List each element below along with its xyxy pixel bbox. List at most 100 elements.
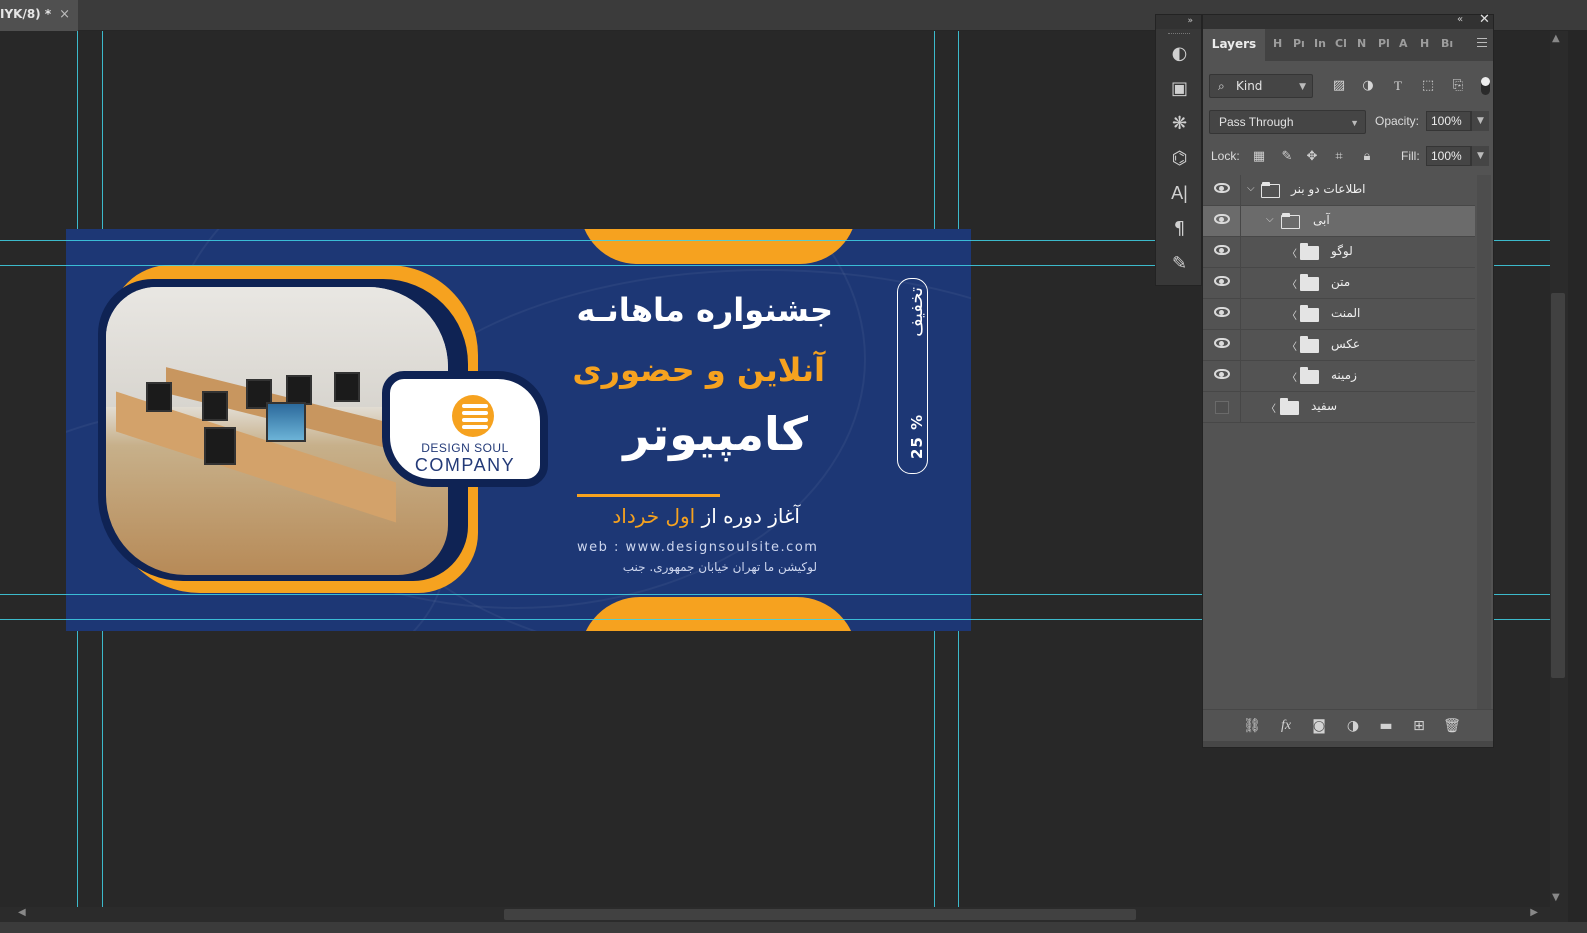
expand-panels-icon[interactable]: » — [1156, 15, 1201, 29]
panel-menu-icon[interactable] — [1477, 38, 1487, 47]
visibility-toggle[interactable] — [1203, 175, 1241, 205]
tab-info[interactable]: In — [1314, 29, 1326, 61]
filter-smart-object-icon[interactable]: ⎘ — [1446, 74, 1470, 98]
visibility-toggle[interactable] — [1203, 268, 1241, 298]
fill-input[interactable]: 100% — [1426, 146, 1471, 166]
layer-row[interactable]: ⌵ اطلاعات دو بنر — [1203, 175, 1475, 206]
lock-image-icon[interactable]: ✎ — [1276, 146, 1298, 168]
scroll-up-icon[interactable]: ▲ — [1552, 33, 1560, 44]
chevron-down-icon[interactable]: ⌵ — [1247, 183, 1255, 194]
tab-paths[interactable]: Pl — [1378, 29, 1390, 61]
brush-settings-icon[interactable]: ✎ — [1156, 246, 1203, 281]
lock-label: Lock: — [1211, 149, 1240, 163]
scroll-left-icon[interactable]: ◀ — [18, 907, 26, 918]
layer-row[interactable]: 〈 متن — [1203, 268, 1475, 299]
opacity-dropdown-icon[interactable]: ▼ — [1471, 111, 1489, 131]
chevron-right-icon[interactable]: 〈 — [1287, 276, 1297, 291]
adjustment-layer-icon[interactable]: ◑ — [1342, 716, 1364, 736]
close-tab-icon[interactable]: × — [59, 0, 70, 29]
color-swatches-icon[interactable]: ❋ — [1156, 106, 1203, 141]
chevron-right-icon[interactable]: 〈 — [1287, 369, 1297, 384]
tab-color[interactable]: Cl — [1335, 29, 1347, 61]
logo-text-line1: DESIGN SOUL — [421, 441, 509, 455]
lock-all-icon[interactable]: 🔒︎ — [1356, 146, 1378, 168]
history-brush-icon[interactable]: ◐ — [1156, 36, 1203, 71]
layer-row[interactable]: 〈 لوگو — [1203, 237, 1475, 268]
layer-row[interactable]: 〈 عکس — [1203, 330, 1475, 361]
filter-toggle[interactable] — [1481, 77, 1490, 95]
layer-row[interactable]: 〈 زمینه — [1203, 361, 1475, 392]
tab-adjustments[interactable]: A — [1399, 29, 1408, 61]
visibility-toggle[interactable] — [1203, 237, 1241, 267]
lock-position-icon[interactable]: ✥ — [1301, 146, 1323, 168]
horizontal-scroll-thumb[interactable] — [504, 909, 1136, 920]
lock-artboard-icon[interactable]: ⌗ — [1328, 146, 1350, 168]
layer-row[interactable]: 〈 سفید — [1203, 392, 1475, 423]
company-logo-card: DESIGN SOUL COMPANY — [382, 371, 548, 487]
layer-row[interactable]: 〈 المنت — [1203, 299, 1475, 330]
pen-path-icon[interactable]: ⌬ — [1156, 141, 1203, 176]
eye-icon — [1214, 276, 1230, 286]
document-tab[interactable]: IYK/8) * × — [0, 0, 78, 31]
blend-mode-select[interactable]: Pass Through ▼ — [1209, 110, 1366, 134]
opacity-input[interactable]: 100% — [1426, 111, 1471, 131]
layers-scrollbar[interactable] — [1477, 175, 1491, 709]
fill-label: Fill: — [1401, 149, 1420, 163]
folder-icon — [1300, 367, 1319, 384]
fx-icon[interactable]: fx — [1275, 716, 1297, 736]
tab-properties[interactable]: Pı — [1293, 29, 1305, 61]
fill-dropdown-icon[interactable]: ▼ — [1471, 146, 1489, 166]
visibility-toggle[interactable] — [1203, 361, 1241, 391]
trash-icon[interactable]: 🗑︎ — [1441, 716, 1463, 736]
clone-source-icon[interactable]: ▣ — [1156, 71, 1203, 106]
vertical-scroll-thumb[interactable] — [1551, 293, 1565, 678]
chevron-right-icon[interactable]: 〈 — [1287, 338, 1297, 353]
horizontal-scrollbar[interactable]: ◀ ▶ — [0, 907, 1568, 922]
filter-adjustment-icon[interactable]: ◑ — [1356, 74, 1380, 98]
top-orange-shape — [580, 229, 857, 264]
course-start-prefix: آغاز دوره از — [701, 504, 800, 528]
panel-title-bar[interactable]: « ✕ — [1203, 12, 1493, 29]
paragraph-icon[interactable]: ¶ — [1156, 211, 1203, 246]
close-panel-icon[interactable]: ✕ — [1479, 12, 1490, 27]
banner-canvas[interactable]: DESIGN SOUL COMPANY جشنواره ماهانـه آنلا… — [66, 229, 971, 631]
logo-text-line2: COMPANY — [414, 455, 516, 475]
chevron-down-icon: ▼ — [1299, 82, 1306, 92]
chevron-right-icon[interactable]: 〈 — [1287, 307, 1297, 322]
collapse-panel-icon[interactable]: « — [1457, 14, 1463, 25]
folder-icon — [1300, 305, 1319, 322]
panel-resize-edge[interactable] — [1203, 741, 1493, 747]
tab-layers[interactable]: Layers — [1203, 29, 1265, 61]
link-layers-icon[interactable]: ⛓ — [1241, 716, 1263, 736]
tab-histogram[interactable]: H — [1420, 29, 1429, 61]
layer-row[interactable]: ⌵ آبی — [1203, 206, 1475, 237]
tab-history[interactable]: H — [1273, 29, 1282, 61]
layer-name: زمینه — [1331, 368, 1357, 382]
visibility-toggle[interactable] — [1203, 299, 1241, 329]
scroll-right-icon[interactable]: ▶ — [1530, 907, 1538, 918]
filter-pixel-icon[interactable]: ▨ — [1327, 74, 1351, 98]
filter-kind-select[interactable]: ⌕ Kind ▼ — [1209, 74, 1313, 98]
filter-shape-icon[interactable]: ⬚ — [1416, 74, 1440, 98]
chevron-right-icon[interactable]: 〈 — [1287, 245, 1297, 260]
layers-footer-toolbar: ⛓ fx ◙ ◑ ▬ ⊞ 🗑︎ — [1203, 709, 1493, 741]
add-mask-icon[interactable]: ◙ — [1308, 716, 1330, 736]
new-group-icon[interactable]: ▬ — [1375, 716, 1397, 736]
visibility-toggle[interactable] — [1203, 330, 1241, 360]
address-text: لوکیشن ما تهران خیابان جمهوری. جنب — [622, 560, 817, 574]
visibility-toggle[interactable] — [1203, 392, 1241, 422]
layer-name: لوگو — [1331, 244, 1353, 258]
layers-panel: « ✕ Layers H Pı In Cl N Pl A H Bı ⌕ Kind… — [1202, 12, 1494, 748]
tab-brushes[interactable]: Bı — [1441, 29, 1453, 61]
filter-type-icon[interactable]: T — [1386, 74, 1410, 98]
visibility-toggle[interactable] — [1203, 206, 1241, 236]
chevron-right-icon[interactable]: 〈 — [1266, 400, 1276, 415]
new-layer-icon[interactable]: ⊞ — [1408, 716, 1430, 736]
lock-transparent-icon[interactable]: ▦ — [1248, 146, 1270, 168]
character-icon[interactable]: A| — [1156, 176, 1203, 211]
chevron-down-icon[interactable]: ⌵ — [1266, 214, 1274, 225]
tab-navigator[interactable]: N — [1357, 29, 1366, 61]
vertical-scrollbar[interactable]: ▲ ▼ — [1550, 31, 1568, 907]
scroll-down-icon[interactable]: ▼ — [1552, 892, 1560, 903]
banner-subheading: آنلاین و حضوری — [572, 351, 825, 389]
